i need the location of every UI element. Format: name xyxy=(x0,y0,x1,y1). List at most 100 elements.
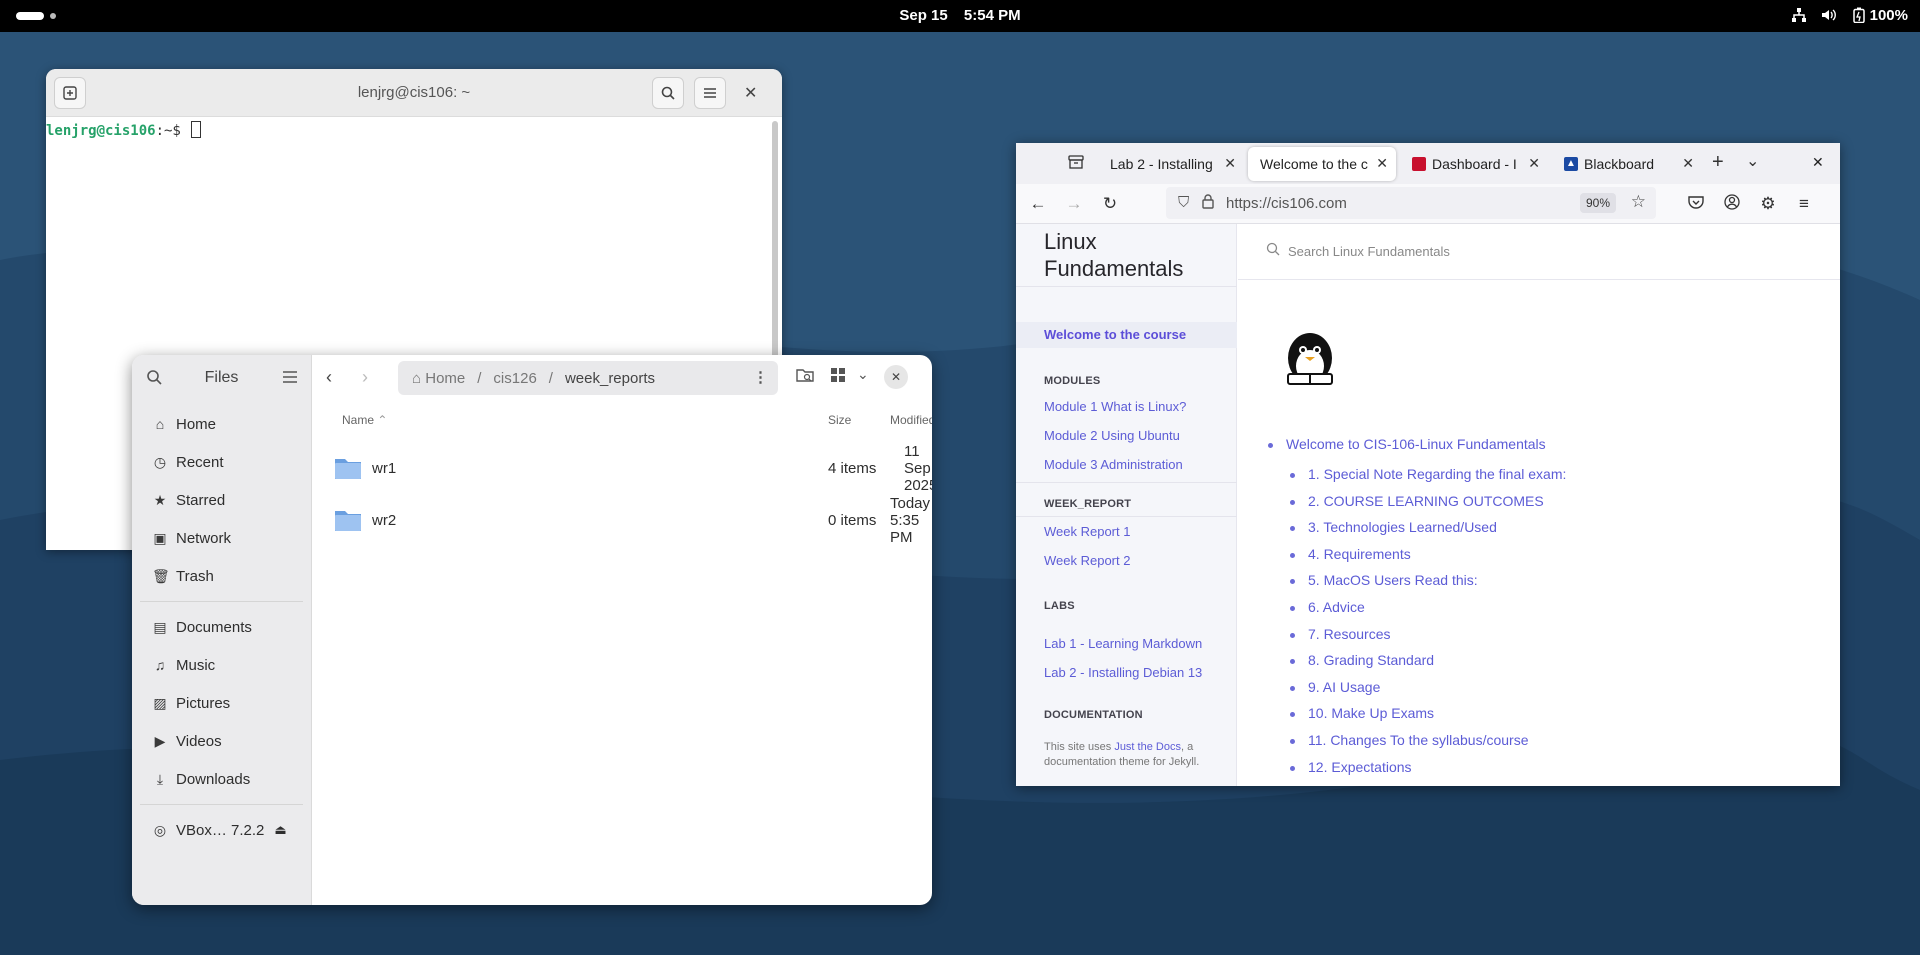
sidebar-item-videos[interactable]: ▶ Videos xyxy=(132,722,311,760)
toc-link[interactable]: 11. Changes To the syllabus/course xyxy=(1308,732,1529,748)
grid-view-icon[interactable] xyxy=(830,367,846,388)
column-name[interactable]: Name ⌃ xyxy=(342,413,387,427)
terminal-menu-button[interactable] xyxy=(694,77,726,109)
close-icon[interactable]: ✕ xyxy=(1224,155,1236,172)
breadcrumb-cis126[interactable]: cis126 xyxy=(493,370,536,387)
url-text: https://cis106.com xyxy=(1226,195,1347,212)
sidebar-item-documents[interactable]: ▤ Documents xyxy=(132,608,311,646)
chevron-down-icon[interactable]: ⌄ xyxy=(1746,151,1759,171)
terminal-search-button[interactable] xyxy=(652,77,684,109)
toc-link[interactable]: 5. MacOS Users Read this: xyxy=(1308,572,1478,588)
forward-icon[interactable]: › xyxy=(362,367,368,388)
sidebar-item-pictures[interactable]: ▨ Pictures xyxy=(132,684,311,722)
nav-link-week-report-2[interactable]: Week Report 2 xyxy=(1044,553,1130,568)
clock[interactable]: Sep 15 5:54 PM xyxy=(0,7,1920,24)
breadcrumb-home[interactable]: ⌂ Home xyxy=(412,370,465,387)
column-modified[interactable]: Modified xyxy=(890,413,932,427)
docs-search[interactable]: Search Linux Fundamentals xyxy=(1238,224,1840,280)
close-icon[interactable]: ✕ xyxy=(744,83,757,103)
nav-link-week-report-1[interactable]: Week Report 1 xyxy=(1044,524,1130,539)
nav-item-welcome[interactable]: Welcome to the course xyxy=(1016,322,1237,348)
lock-icon[interactable] xyxy=(1202,193,1214,214)
search-icon xyxy=(1266,242,1280,261)
url-bar[interactable]: ⛉ https://cis106.com 90% ☆ xyxy=(1166,187,1656,219)
sidebar-item-music[interactable]: ♫ Music xyxy=(132,646,311,684)
tab-lab2[interactable]: Lab 2 - Installing ✕ xyxy=(1098,147,1244,181)
close-icon[interactable]: ✕ xyxy=(1812,154,1824,171)
nav-link-module-2[interactable]: Module 2 Using Ubuntu xyxy=(1044,428,1180,443)
tab-blackboard[interactable]: ▲ Blackboard ✕ xyxy=(1552,147,1702,181)
dashboard-favicon-icon xyxy=(1412,157,1426,171)
close-icon[interactable]: ✕ xyxy=(1376,155,1388,172)
toc-link-welcome[interactable]: Welcome to CIS-106-Linux Fundamentals xyxy=(1286,436,1546,452)
shield-icon[interactable]: ⛉ xyxy=(1178,194,1189,211)
toc-link[interactable]: 6. Advice xyxy=(1308,599,1365,615)
toc-link[interactable]: 3. Technologies Learned/Used xyxy=(1308,519,1497,535)
tab-dashboard[interactable]: Dashboard - I ✕ xyxy=(1400,147,1548,181)
new-folder-icon[interactable] xyxy=(796,367,814,388)
close-icon[interactable]: ✕ xyxy=(1682,155,1694,172)
nav-link-module-1[interactable]: Module 1 What is Linux? xyxy=(1044,399,1186,414)
extensions-icon[interactable]: ⚙ xyxy=(1758,194,1778,214)
terminal-cursor xyxy=(191,121,202,138)
sidebar-item-network[interactable]: ▣ Network xyxy=(132,519,311,557)
breadcrumb[interactable]: ⌂ Home / cis126 / week_reports ⋮ xyxy=(398,361,778,395)
toc-link[interactable]: 10. Make Up Exams xyxy=(1308,705,1434,721)
toc-link[interactable]: 12. Expectations xyxy=(1308,759,1412,775)
sidebar-item-recent[interactable]: ◷ Recent xyxy=(132,443,311,481)
nav-link-module-3[interactable]: Module 3 Administration xyxy=(1044,457,1183,472)
forward-icon[interactable]: → xyxy=(1064,194,1084,214)
toc-link[interactable]: 7. Resources xyxy=(1308,626,1390,642)
sidebar-item-downloads[interactable]: ⤓ Downloads xyxy=(132,760,311,798)
clock-icon: ◷ xyxy=(153,453,167,470)
terminal-headerbar[interactable]: lenjrg@cis106: ~ ✕ xyxy=(46,69,782,117)
sidebar-item-starred[interactable]: ★ Starred xyxy=(132,481,311,519)
tab-welcome[interactable]: Welcome to the c ✕ xyxy=(1248,147,1396,181)
zoom-level[interactable]: 90% xyxy=(1579,193,1616,213)
back-icon[interactable]: ← xyxy=(1028,194,1048,214)
hamburger-icon[interactable]: ≡ xyxy=(1794,194,1814,214)
column-headers: Name ⌃ Size Modified xyxy=(312,407,932,431)
reload-icon[interactable]: ↻ xyxy=(1100,194,1120,214)
breadcrumb-current[interactable]: week_reports xyxy=(565,370,655,387)
eject-icon[interactable]: ⏏ xyxy=(274,822,286,838)
firefox-view-icon[interactable] xyxy=(1068,154,1084,175)
browser-window[interactable]: Lab 2 - Installing ✕ Welcome to the c ✕ … xyxy=(1016,143,1840,786)
toc-link[interactable]: 8. Grading Standard xyxy=(1308,652,1434,668)
bookmark-star-icon[interactable]: ☆ xyxy=(1631,192,1646,212)
back-icon[interactable]: ‹ xyxy=(326,367,332,388)
toc-link[interactable]: 4. Requirements xyxy=(1308,546,1411,562)
system-tray[interactable]: 100% xyxy=(1790,6,1908,24)
search-placeholder: Search Linux Fundamentals xyxy=(1288,244,1450,259)
sidebar-item-home[interactable]: ⌂ Home xyxy=(132,405,311,443)
account-icon[interactable] xyxy=(1722,194,1742,215)
bullet xyxy=(1290,552,1295,558)
more-options-icon[interactable]: ⋮ xyxy=(753,368,768,386)
column-size[interactable]: Size xyxy=(828,413,851,427)
close-icon[interactable]: ✕ xyxy=(884,365,908,389)
files-window[interactable]: Files ⌂ Home ◷ Recent ★ Starred ▣ Network 🗑 T… xyxy=(132,355,932,905)
hamburger-icon[interactable] xyxy=(282,370,298,389)
toc-link[interactable]: 9. AI Usage xyxy=(1308,679,1380,695)
footer-link[interactable]: Just the Docs xyxy=(1114,741,1181,753)
new-tab-icon[interactable]: + xyxy=(1712,151,1724,174)
table-row[interactable]: wr1 4 items 11 Sep 2025 ☆ xyxy=(312,442,932,494)
nav-link-lab-1[interactable]: Lab 1 - Learning Markdown xyxy=(1044,636,1202,651)
pocket-icon[interactable] xyxy=(1686,194,1706,214)
divider xyxy=(1016,286,1237,287)
picture-icon: ▨ xyxy=(153,694,167,711)
battery-icon xyxy=(1850,6,1868,24)
site-title[interactable]: Linux Fundamentals xyxy=(1044,228,1183,282)
chevron-down-icon[interactable]: ⌄ xyxy=(857,366,869,383)
sidebar-item-vbox-cd[interactable]: ◎ VBox… 7.2.2 ⏏ xyxy=(132,811,311,849)
sidebar-item-trash[interactable]: 🗑 Trash xyxy=(132,557,311,595)
table-row[interactable]: wr2 0 items Today 5:35 PM ☆ xyxy=(312,494,932,546)
toc-link[interactable]: 2. COURSE LEARNING OUTCOMES xyxy=(1308,493,1544,509)
nav-link-lab-2[interactable]: Lab 2 - Installing Debian 13 xyxy=(1044,665,1202,680)
sidebar-item-label: Downloads xyxy=(176,770,251,788)
close-icon[interactable]: ✕ xyxy=(1528,155,1540,172)
toc-link[interactable]: 1. Special Note Regarding the final exam… xyxy=(1308,466,1566,482)
sidebar-item-label: Pictures xyxy=(176,694,231,712)
home-icon: ⌂ xyxy=(155,416,165,432)
terminal-output[interactable]: lenjrg@cis106:~$ xyxy=(46,117,782,143)
